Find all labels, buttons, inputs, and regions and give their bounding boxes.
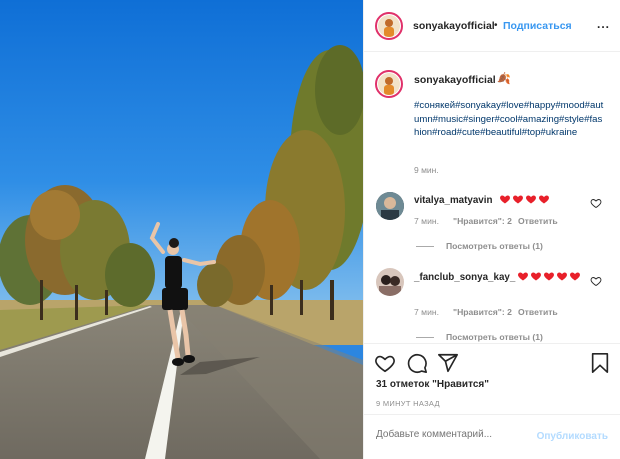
reply-button[interactable]: Ответить (518, 307, 558, 317)
red-heart-icon (557, 272, 567, 281)
publish-button[interactable]: Опубликовать (537, 431, 608, 442)
caption-username[interactable]: sonyakayofficial (414, 74, 496, 86)
author-username[interactable]: sonyakayofficial (413, 20, 495, 32)
comment-likes-count[interactable]: "Нравится": 2 (453, 307, 512, 317)
comment-input[interactable] (376, 429, 536, 440)
follow-button[interactable]: Подписаться (503, 20, 572, 32)
view-replies-button[interactable]: Посмотреть ответы (1) (416, 332, 543, 342)
commenter-avatar[interactable] (376, 268, 404, 296)
bookmark-icon[interactable] (589, 352, 611, 374)
red-heart-icon (526, 195, 536, 204)
instagram-post-modal: sonyakayofficial • Подписаться ... sonya… (0, 0, 620, 459)
red-heart-icon (531, 272, 541, 281)
comment-time: 7 мин. (414, 307, 440, 317)
comment-like-icon[interactable] (590, 197, 602, 209)
comment-username[interactable]: vitalya_matyavin (414, 195, 492, 206)
leaf-emoji: 🍂 (497, 73, 511, 85)
post-header: sonyakayofficial • Подписаться ... (364, 0, 620, 52)
post-timestamp[interactable]: 9 МИНУТ НАЗАД (376, 399, 440, 408)
caption-avatar[interactable] (375, 70, 403, 98)
author-avatar[interactable] (375, 12, 403, 40)
likes-count[interactable]: 31 отметок "Нравится" (376, 379, 489, 390)
view-replies-button[interactable]: Посмотреть ответы (1) (416, 241, 543, 251)
red-heart-icon (518, 272, 528, 281)
post-actions: 31 отметок "Нравится" 9 МИНУТ НАЗАД (364, 343, 620, 413)
post-photo[interactable] (0, 0, 363, 459)
post-side-panel: sonyakayofficial • Подписаться ... sonya… (363, 0, 620, 459)
red-heart-icon (544, 272, 554, 281)
red-heart-icon (539, 195, 549, 204)
heart-icon[interactable] (374, 352, 396, 374)
comment-hearts (499, 193, 551, 204)
reply-button[interactable]: Ответить (518, 216, 558, 226)
comments-list[interactable]: sonyakayofficial 🍂 #сонякей#sonyakay#lov… (364, 53, 620, 343)
comment-username[interactable]: _fanclub_sonya_kay_ (414, 272, 515, 283)
comment-likes-count[interactable]: "Нравится": 2 (453, 216, 512, 226)
separator-dot: • (494, 20, 498, 31)
comment-time: 7 мин. (414, 216, 440, 226)
more-icon[interactable]: ... (597, 17, 610, 31)
add-comment-bar: Опубликовать (364, 414, 620, 459)
caption-hashtags[interactable]: #сонякей#sonyakay#love#happy#mood#autumn… (414, 99, 604, 140)
red-heart-icon (513, 195, 523, 204)
red-heart-icon (500, 195, 510, 204)
comment-hearts (517, 269, 587, 283)
red-heart-icon (570, 272, 580, 281)
comment-icon[interactable] (406, 352, 428, 374)
commenter-avatar[interactable] (376, 192, 404, 220)
comment-like-icon[interactable] (590, 275, 602, 287)
share-icon[interactable] (437, 352, 459, 374)
caption-time: 9 мин. (414, 165, 439, 175)
